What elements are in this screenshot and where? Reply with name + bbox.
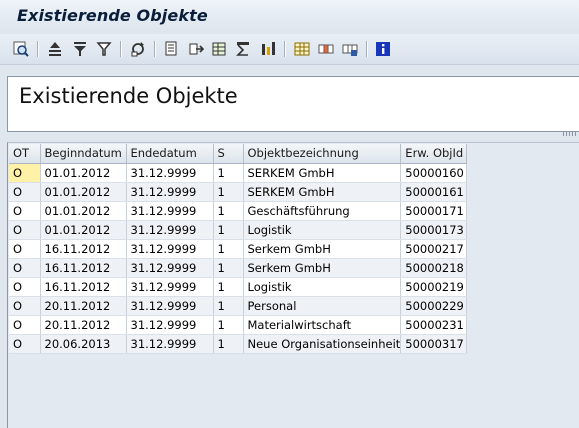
cell-object-name[interactable]: Serkem GmbH [243, 239, 402, 259]
export-icon[interactable] [186, 39, 206, 59]
refresh-icon[interactable] [128, 39, 148, 59]
cell-status[interactable]: 1 [213, 182, 244, 202]
column-header-beginndatum[interactable]: Beginndatum [40, 144, 127, 164]
table-row[interactable]: O 20.11.2012 31.12.9999 1 Materialwirtsc… [9, 315, 468, 335]
cell-object-id[interactable]: 50000217 [400, 239, 468, 259]
change-layout-icon[interactable] [316, 39, 336, 59]
cell-status[interactable]: 1 [213, 277, 244, 297]
cell-begin-date[interactable]: 16.11.2012 [40, 258, 127, 278]
table-row[interactable]: O 01.01.2012 31.12.9999 1 SERKEM GmbH 50… [9, 182, 468, 202]
cell-begin-date[interactable]: 01.01.2012 [40, 201, 127, 221]
title-bar: Existierende Objekte [0, 0, 579, 32]
cell-status[interactable]: 1 [213, 334, 244, 354]
information-icon[interactable] [373, 39, 393, 59]
cell-object-name[interactable]: Logistik [243, 277, 402, 297]
cell-status[interactable]: 1 [213, 163, 244, 183]
cell-object-id[interactable]: 50000218 [400, 258, 468, 278]
cell-begin-date[interactable]: 01.01.2012 [40, 163, 127, 183]
cell-object-name[interactable]: SERKEM GmbH [243, 163, 402, 183]
cell-ot[interactable]: O [9, 220, 41, 240]
details-icon[interactable] [11, 39, 31, 59]
cell-object-id[interactable]: 50000160 [400, 163, 468, 183]
table-row[interactable]: O 16.11.2012 31.12.9999 1 Logistik 50000… [9, 277, 468, 297]
cell-status[interactable]: 1 [213, 220, 244, 240]
spreadsheet-icon[interactable] [209, 39, 229, 59]
table-row[interactable]: O 20.11.2012 31.12.9999 1 Personal 50000… [9, 296, 468, 316]
subtotal-icon[interactable] [258, 39, 278, 59]
resize-grip[interactable] [563, 132, 577, 136]
cell-ot[interactable]: O [9, 296, 41, 316]
cell-status[interactable]: 1 [213, 315, 244, 335]
cell-object-name[interactable]: Geschäftsführung [243, 201, 402, 221]
table-row[interactable]: O 16.11.2012 31.12.9999 1 Serkem GmbH 50… [9, 239, 468, 259]
cell-begin-date[interactable]: 20.11.2012 [40, 315, 127, 335]
table-row[interactable]: O 20.06.2013 31.12.9999 1 Neue Organisat… [9, 334, 468, 354]
sort-ascending-icon[interactable] [45, 39, 65, 59]
cell-end-date[interactable]: 31.12.9999 [126, 277, 214, 297]
cell-object-id[interactable]: 50000161 [400, 182, 468, 202]
cell-object-id[interactable]: 50000173 [400, 220, 468, 240]
cell-object-id[interactable]: 50000229 [400, 296, 468, 316]
cell-object-name[interactable]: Materialwirtschaft [243, 315, 402, 335]
cell-end-date[interactable]: 31.12.9999 [126, 296, 214, 316]
window-title: Existierende Objekte [17, 6, 208, 25]
cell-status[interactable]: 1 [213, 296, 244, 316]
column-header-s[interactable]: S [213, 144, 244, 164]
filter-set-icon[interactable] [94, 39, 114, 59]
layout-icon[interactable] [292, 39, 312, 59]
table-row[interactable]: O 01.01.2012 31.12.9999 1 Logistik 50000… [9, 220, 468, 240]
results-grid: OT Beginndatum Endedatum S Objektbezeich… [7, 142, 579, 428]
cell-object-id[interactable]: 50000219 [400, 277, 468, 297]
filter-icon[interactable] [70, 39, 90, 59]
cell-object-id[interactable]: 50000317 [400, 334, 468, 354]
cell-object-name[interactable]: Personal [243, 296, 402, 316]
cell-ot[interactable]: O [9, 334, 41, 354]
cell-ot[interactable]: O [9, 277, 41, 297]
cell-end-date[interactable]: 31.12.9999 [126, 201, 214, 221]
cell-object-id[interactable]: 50000171 [400, 201, 468, 221]
save-layout-icon[interactable] [340, 39, 360, 59]
print-preview-icon[interactable] [161, 39, 181, 59]
cell-end-date[interactable]: 31.12.9999 [126, 163, 214, 183]
cell-status[interactable]: 1 [213, 239, 244, 259]
cell-ot[interactable]: O [9, 182, 41, 202]
table-row[interactable]: O 01.01.2012 31.12.9999 1 SERKEM GmbH 50… [9, 163, 468, 183]
cell-begin-date[interactable]: 01.01.2012 [40, 220, 127, 240]
cell-ot[interactable]: O [9, 163, 41, 183]
cell-end-date[interactable]: 31.12.9999 [126, 182, 214, 202]
cell-ot[interactable]: O [9, 258, 41, 278]
cell-object-name[interactable]: Serkem GmbH [243, 258, 402, 278]
column-header-objid[interactable]: Erw. ObjId [400, 144, 468, 164]
column-header-objektbezeichnung[interactable]: Objektbezeichnung [243, 144, 402, 164]
cell-begin-date[interactable]: 20.11.2012 [40, 296, 127, 316]
cell-begin-date[interactable]: 20.06.2013 [40, 334, 127, 354]
cell-object-id[interactable]: 50000231 [400, 315, 468, 335]
toolbar [0, 34, 579, 65]
cell-end-date[interactable]: 31.12.9999 [126, 239, 214, 259]
cell-object-name[interactable]: SERKEM GmbH [243, 182, 402, 202]
cell-ot[interactable]: O [9, 315, 41, 335]
column-header-endedatum[interactable]: Endedatum [126, 144, 214, 164]
cell-status[interactable]: 1 [213, 258, 244, 278]
cell-end-date[interactable]: 31.12.9999 [126, 334, 214, 354]
header-panel: Existierende Objekte [7, 76, 579, 132]
cell-ot[interactable]: O [9, 239, 41, 259]
column-header-ot[interactable]: OT [9, 144, 41, 164]
cell-object-name[interactable]: Neue Organisationseinheit [243, 334, 402, 354]
cell-begin-date[interactable]: 16.11.2012 [40, 239, 127, 259]
table-row[interactable]: O 01.01.2012 31.12.9999 1 Geschäftsführu… [9, 201, 468, 221]
table-row[interactable]: O 16.11.2012 31.12.9999 1 Serkem GmbH 50… [9, 258, 468, 278]
cell-begin-date[interactable]: 01.01.2012 [40, 182, 127, 202]
cell-object-name[interactable]: Logistik [243, 220, 402, 240]
cell-ot[interactable]: O [9, 201, 41, 221]
total-icon[interactable] [233, 39, 253, 59]
table-header-row: OT Beginndatum Endedatum S Objektbezeich… [9, 144, 468, 164]
cell-begin-date[interactable]: 16.11.2012 [40, 277, 127, 297]
cell-end-date[interactable]: 31.12.9999 [126, 258, 214, 278]
cell-end-date[interactable]: 31.12.9999 [126, 315, 214, 335]
objects-table: OT Beginndatum Endedatum S Objektbezeich… [9, 144, 468, 354]
header-title: Existierende Objekte [19, 84, 238, 108]
cell-end-date[interactable]: 31.12.9999 [126, 220, 214, 240]
cell-status[interactable]: 1 [213, 201, 244, 221]
